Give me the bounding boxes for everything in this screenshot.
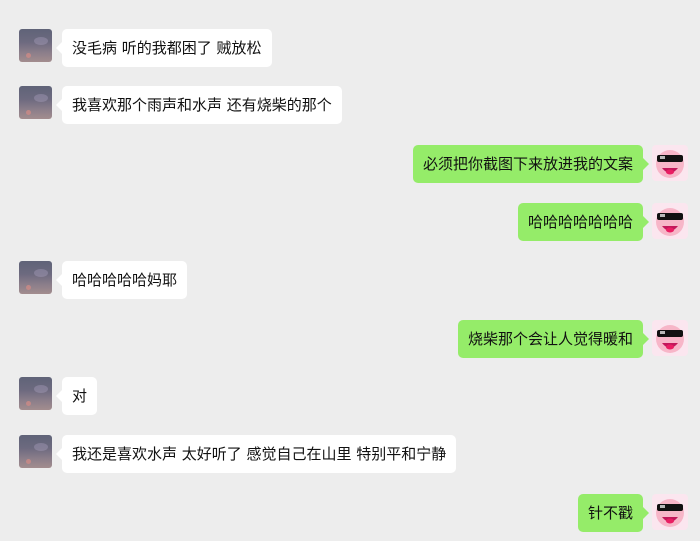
pig-sunglasses-icon [656,208,684,236]
pig-sunglasses-icon [656,325,684,353]
my-avatar[interactable] [652,203,688,239]
message-bubble[interactable]: 针不戳 [577,494,650,532]
message-incoming: 对 [19,377,98,415]
contact-avatar[interactable] [19,261,52,294]
contact-avatar[interactable] [19,29,52,62]
message-incoming: 我还是喜欢水声 太好听了 感觉自己在山里 特别平和宁静 [19,435,457,473]
message-incoming: 哈哈哈哈哈妈耶 [19,261,188,299]
my-avatar[interactable] [652,494,688,530]
pig-sunglasses-icon [656,150,684,178]
message-bubble[interactable]: 对 [55,377,98,415]
message-bubble[interactable]: 我还是喜欢水声 太好听了 感觉自己在山里 特别平和宁静 [55,435,457,473]
contact-avatar[interactable] [19,86,52,119]
message-bubble[interactable]: 没毛病 听的我都困了 贼放松 [56,29,272,67]
my-avatar[interactable] [652,320,688,356]
chat-message-list[interactable]: 没毛病 听的我都困了 贼放松 我喜欢那个雨声和水声 还有烧柴的那个 必须把你截图… [0,0,700,541]
message-outgoing: 针不戳 [577,494,688,532]
message-incoming: 没毛病 听的我都困了 贼放松 [19,29,272,67]
message-bubble[interactable]: 必须把你截图下来放进我的文案 [412,145,650,183]
contact-avatar[interactable] [19,377,52,410]
pig-sunglasses-icon [656,499,684,527]
message-bubble[interactable]: 哈哈哈哈哈哈哈 [517,203,650,241]
message-outgoing: 烧柴那个会让人觉得暖和 [457,320,688,358]
message-outgoing: 必须把你截图下来放进我的文案 [412,145,688,183]
message-incoming: 我喜欢那个雨声和水声 还有烧柴的那个 [19,86,342,124]
contact-avatar[interactable] [19,435,52,468]
message-outgoing: 哈哈哈哈哈哈哈 [517,203,688,241]
message-bubble[interactable]: 我喜欢那个雨声和水声 还有烧柴的那个 [56,86,342,124]
message-bubble[interactable]: 烧柴那个会让人觉得暖和 [457,320,650,358]
message-bubble[interactable]: 哈哈哈哈哈妈耶 [55,261,188,299]
my-avatar[interactable] [652,145,688,181]
